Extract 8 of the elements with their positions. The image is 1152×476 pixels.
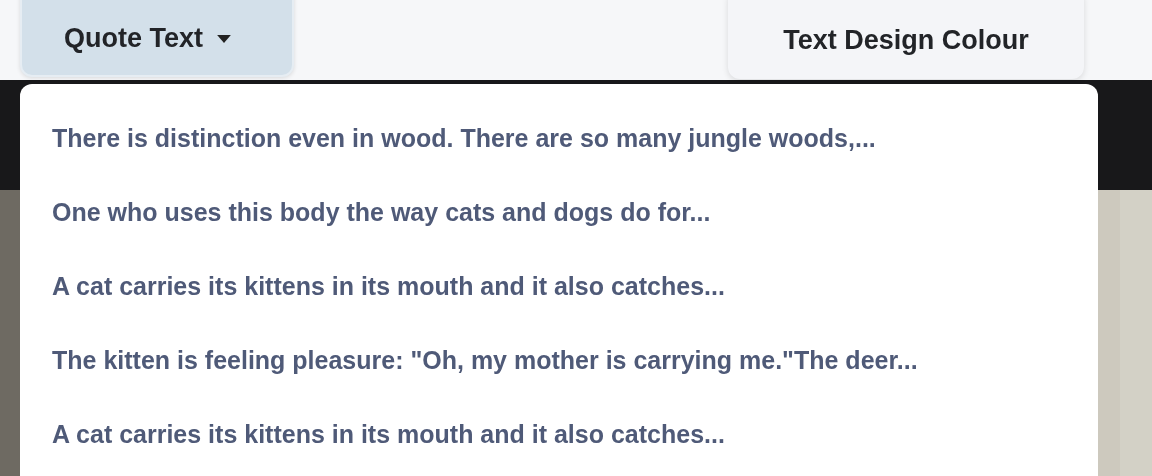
text-colour-button[interactable]: Text Design Colour xyxy=(728,0,1084,79)
menu-item[interactable]: There is distinction even in wood. There are so many jungle woods,... xyxy=(20,104,1098,178)
menu-item[interactable]: The kitten is feeling pleasure: "Oh, my mother is carrying me."The deer... xyxy=(20,326,1098,400)
caret-icon xyxy=(217,34,231,43)
menu-item[interactable]: A cat carries its kittens in its mouth and it also catches... xyxy=(20,400,1098,474)
menu-item[interactable]: One who uses this body the way cats and dogs do for... xyxy=(20,178,1098,252)
dropdown-button[interactable]: Quote Text xyxy=(20,0,294,77)
menu-item[interactable]: A cat carries its kittens in its mouth and it also catches... xyxy=(20,252,1098,326)
